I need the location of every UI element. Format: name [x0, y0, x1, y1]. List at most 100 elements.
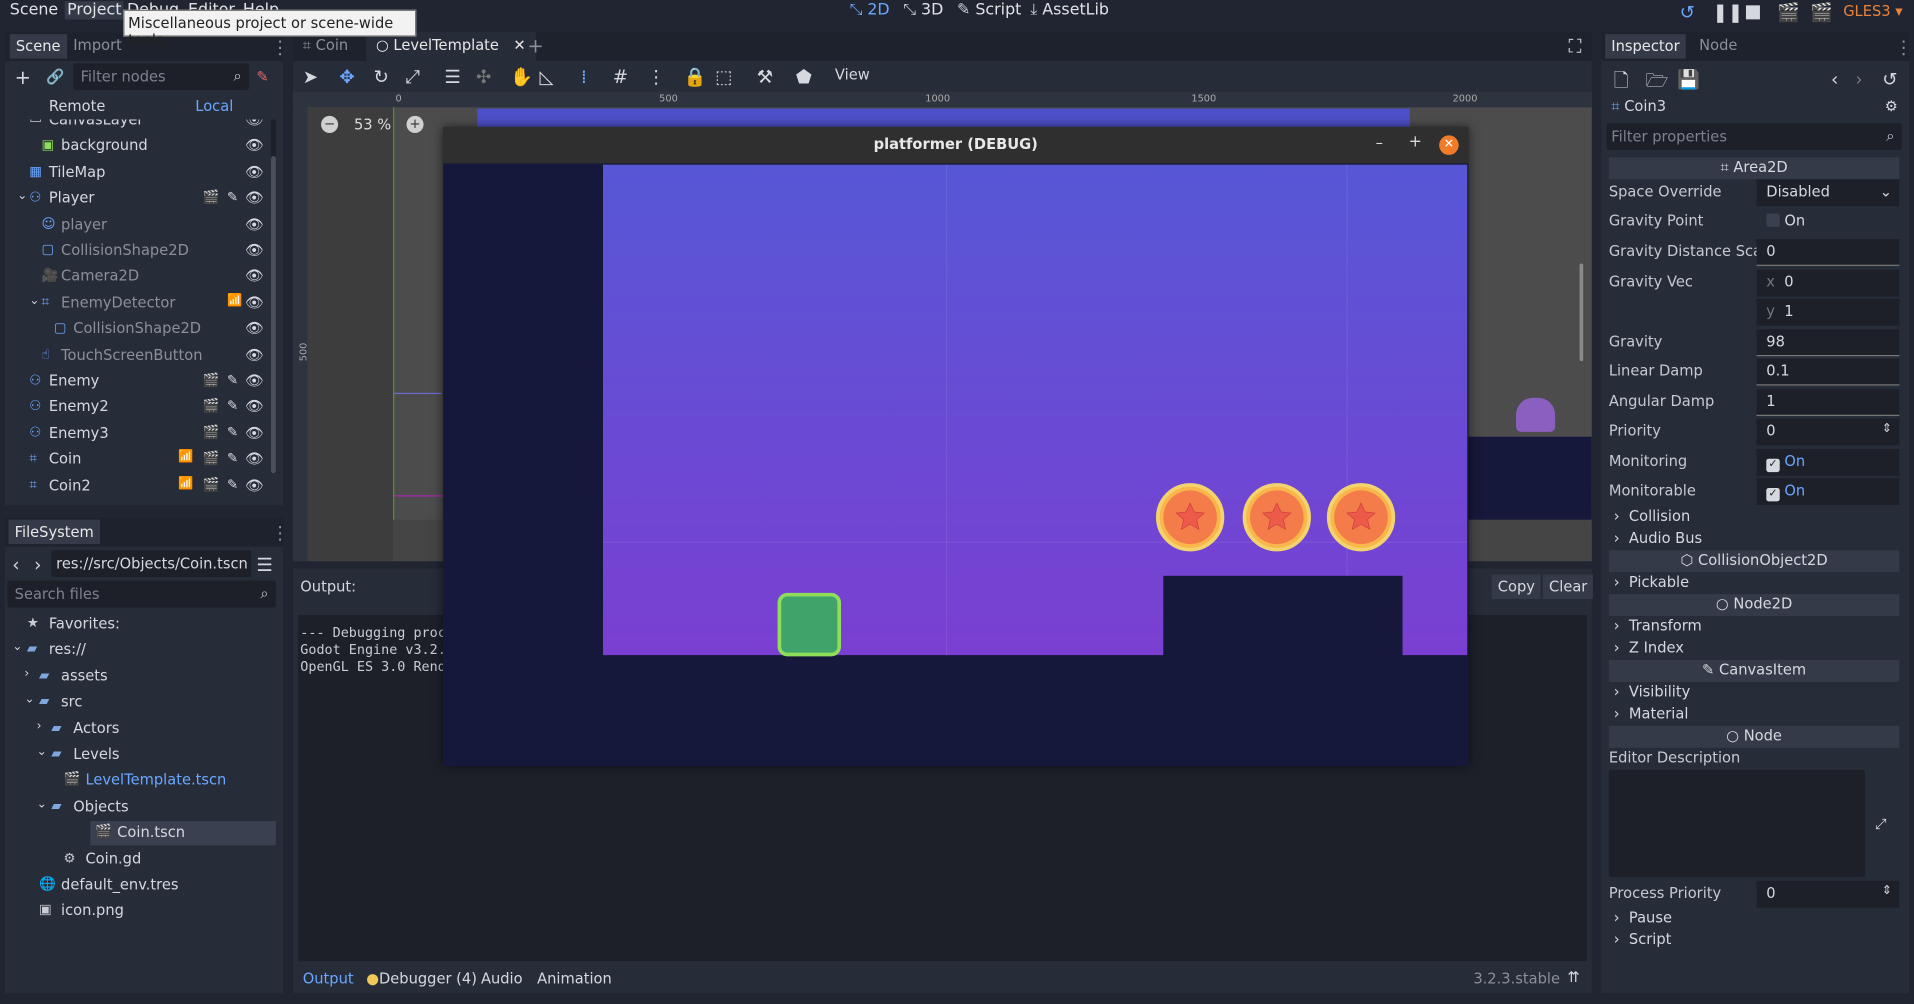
visibility-eye-icon[interactable]: 👁	[245, 450, 264, 467]
instance-icon[interactable]: 🎬	[203, 424, 220, 440]
visibility-eye-icon[interactable]: 👁	[245, 268, 264, 285]
more-icon[interactable]: ⋮	[647, 66, 665, 88]
linear-damp-field[interactable]: 0.1	[1756, 358, 1900, 386]
instance-icon[interactable]: 🎬	[203, 189, 220, 205]
scene-tree-item[interactable]: ▢ CollisionShape2D 👁	[12, 316, 276, 342]
new-resource-icon[interactable]: 🗋	[1614, 68, 1629, 98]
zoom-out-icon[interactable]: −	[321, 115, 339, 133]
signal-icon[interactable]: 📶	[178, 450, 193, 463]
script-icon[interactable]: ✎	[227, 372, 238, 388]
visibility-eye-icon[interactable]: 👁	[245, 372, 264, 389]
split-mode-icon[interactable]: ☰	[256, 554, 272, 576]
new-tab-icon[interactable]: +	[527, 34, 543, 57]
grid-snap-icon[interactable]: #	[613, 66, 628, 88]
group-script[interactable]: › Script	[1614, 931, 1672, 948]
tab-animation[interactable]: Animation	[537, 970, 612, 987]
signal-icon[interactable]: 📶	[178, 476, 193, 489]
mode-assetlib-button[interactable]: ⤓ AssetLib	[1030, 1, 1109, 19]
scene-tree-item[interactable]: ⌄ ⚇ Player 🎬 ✎ 👁	[12, 186, 276, 212]
close-icon[interactable]: ✕	[1439, 135, 1459, 155]
filesystem-item[interactable]: › ▰ Actors	[10, 717, 276, 741]
script-icon[interactable]: ✎	[227, 398, 238, 414]
filesystem-item[interactable]: › ▰ assets	[10, 665, 276, 689]
add-node-icon[interactable]: +	[15, 66, 31, 89]
move-tool-icon[interactable]: ✥	[339, 66, 354, 88]
filesystem-item[interactable]: ⚙ Coin.gd	[10, 847, 276, 871]
view-menu[interactable]: View	[835, 66, 870, 83]
tab-filesystem[interactable]: FileSystem	[8, 519, 100, 545]
group-icon[interactable]: ⬚	[715, 66, 732, 88]
mode-2d-button[interactable]: ⤡ 2D	[850, 1, 890, 19]
script-icon[interactable]: ✎	[256, 68, 268, 85]
collapse-arrow-icon[interactable]: ⌄	[37, 745, 47, 758]
collapse-arrow-icon[interactable]: ›	[24, 667, 29, 680]
scene-tree-item[interactable]: ▣ background 👁	[12, 133, 276, 159]
filesystem-item[interactable]: 🎬 LevelTemplate.tscn	[10, 769, 276, 793]
visibility-eye-icon[interactable]: 👁	[245, 242, 264, 259]
pan-tool-icon[interactable]: ✋	[510, 66, 533, 88]
pause-icon[interactable]: ❚❚	[1713, 1, 1744, 23]
menu-project[interactable]: Project	[64, 1, 124, 20]
expand-panel-icon[interactable]: ⇈	[1567, 969, 1579, 986]
group-audio-bus[interactable]: › Audio Bus	[1614, 529, 1702, 546]
forward-icon[interactable]: ›	[34, 554, 41, 576]
open-folder-icon[interactable]: 🗁	[1645, 68, 1668, 98]
rotate-tool-icon[interactable]: ↻	[374, 66, 389, 88]
group-collision[interactable]: › Collision	[1614, 507, 1691, 524]
group-pause[interactable]: › Pause	[1614, 909, 1672, 926]
monitoring-checkbox[interactable]: ✓ On	[1756, 448, 1900, 476]
scrollbar[interactable]	[270, 119, 276, 474]
remote-button[interactable]: Remote	[49, 98, 106, 115]
filter-nodes-input[interactable]: Filter nodes ⌕	[73, 63, 250, 91]
history-icon[interactable]: ↺	[1882, 68, 1897, 90]
local-button[interactable]: Local	[195, 98, 233, 115]
play-custom-icon[interactable]: 🎬	[1810, 1, 1833, 23]
link-icon[interactable]: 🔗	[46, 68, 64, 85]
visibility-eye-icon[interactable]: 👁	[245, 476, 264, 493]
process-priority-spinbox[interactable]: 0 ⇕	[1756, 880, 1900, 908]
close-icon[interactable]: ✕	[513, 37, 525, 54]
scene-tree-item[interactable]: 🎥 Camera2D 👁	[12, 264, 276, 290]
scene-tree-item[interactable]: ⌗ Coin 📶 🎬 ✎ 👁	[12, 447, 276, 473]
signal-icon[interactable]: 📶	[227, 294, 242, 307]
mode-3d-button[interactable]: ⤡ 3D	[903, 1, 943, 19]
minimize-icon[interactable]: –	[1376, 134, 1383, 151]
gravity-vec-y-field[interactable]: y 1	[1756, 298, 1900, 326]
scene-tree-item[interactable]: ☺ player 👁	[12, 212, 276, 238]
kebab-icon[interactable]: ⋮	[271, 37, 289, 59]
filesystem-item[interactable]: ⌄ ▰ Levels	[10, 743, 276, 767]
instance-icon[interactable]: 🎬	[203, 372, 220, 388]
visibility-eye-icon[interactable]: 👁	[245, 120, 264, 129]
filesystem-item[interactable]: ▣ icon.png	[10, 900, 276, 924]
space-override-select[interactable]: Disabled ⌄	[1756, 179, 1900, 207]
gravity-field[interactable]: 98	[1756, 329, 1900, 357]
zoom-in-icon[interactable]: +	[406, 115, 424, 133]
filesystem-item[interactable]: ⌄ ▰ res://	[10, 638, 276, 662]
forward-icon[interactable]: ›	[1855, 68, 1862, 90]
group-pickable[interactable]: › Pickable	[1614, 573, 1689, 590]
save-icon[interactable]: 💾	[1677, 68, 1700, 90]
scene-tree-item[interactable]: ⚇ Enemy2 🎬 ✎ 👁	[12, 395, 276, 421]
list-tool-icon[interactable]: ☰	[444, 66, 460, 88]
visibility-eye-icon[interactable]: 👁	[245, 137, 264, 154]
tab-debugger[interactable]: ●Debugger (4)	[366, 970, 477, 987]
search-files-input[interactable]: Search files ⌕	[7, 580, 276, 608]
visibility-eye-icon[interactable]: 👁	[245, 346, 264, 363]
kebab-icon[interactable]: ⋮	[1894, 37, 1912, 59]
filesystem-item[interactable]: ⌄ ▰ src	[10, 691, 276, 715]
gravity-point-checkbox[interactable]: On	[1757, 209, 1900, 236]
instance-icon[interactable]: 🎬	[203, 476, 220, 492]
expand-icon[interactable]: ⤢	[1875, 815, 1887, 833]
undo-icon[interactable]: ↺	[1680, 1, 1695, 23]
script-icon[interactable]: ✎	[227, 476, 238, 492]
script-icon[interactable]: ✎	[227, 450, 238, 466]
editor-description-field[interactable]	[1608, 769, 1866, 878]
visibility-eye-icon[interactable]: 👁	[245, 398, 264, 415]
stop-icon[interactable]: ■	[1744, 0, 1761, 22]
script-icon[interactable]: ✎	[227, 189, 238, 205]
distraction-free-icon[interactable]: ⛶	[1569, 35, 1582, 57]
visibility-eye-icon[interactable]: 👁	[245, 294, 264, 311]
snap-icon[interactable]: ⁞	[581, 66, 587, 88]
maximize-icon[interactable]: +	[1409, 133, 1422, 151]
back-icon[interactable]: ‹	[12, 554, 19, 576]
